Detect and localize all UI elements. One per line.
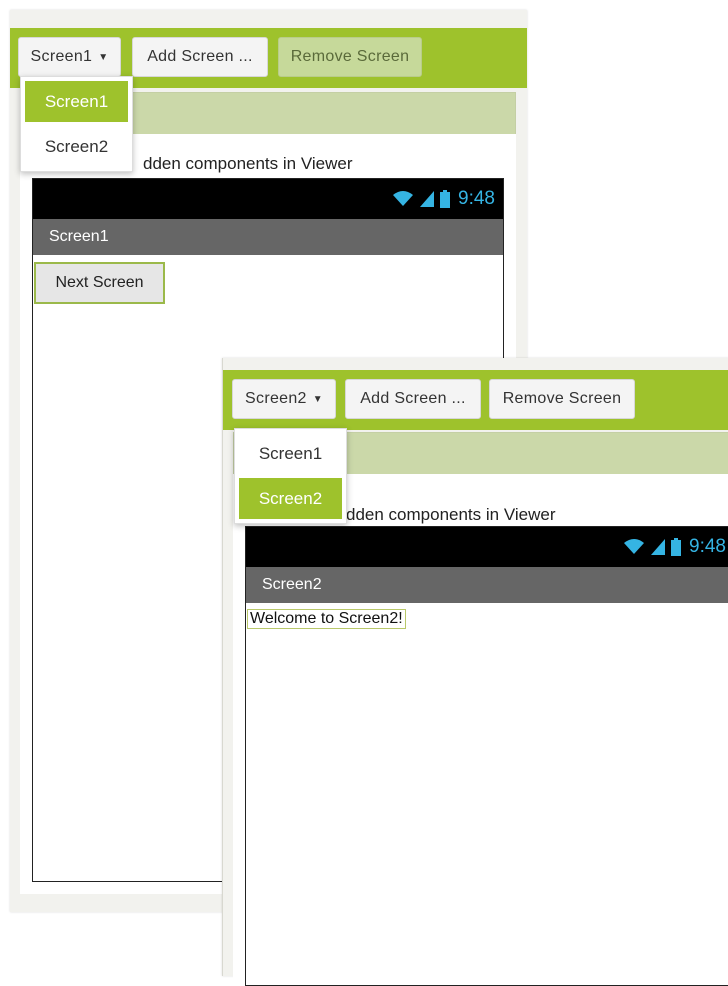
signal-icon bbox=[420, 191, 435, 207]
remove-screen-button[interactable]: Remove Screen bbox=[278, 37, 422, 77]
wifi-icon bbox=[624, 539, 645, 554]
next-screen-button[interactable]: Next Screen bbox=[34, 262, 165, 304]
screen-dropdown-menu: Screen1 Screen2 bbox=[20, 76, 133, 172]
status-bar: 9:48 bbox=[246, 527, 728, 567]
status-time: 9:48 bbox=[458, 188, 495, 209]
dropdown-item-screen2[interactable]: Screen2 bbox=[25, 126, 128, 167]
add-screen-button[interactable]: Add Screen ... bbox=[132, 37, 268, 77]
screen-selector-dropdown[interactable]: Screen2 ▼ bbox=[232, 379, 336, 419]
status-bar: 9:48 bbox=[33, 179, 503, 219]
battery-icon bbox=[440, 190, 451, 208]
app-title-bar: Screen1 bbox=[33, 219, 503, 255]
wifi-icon bbox=[393, 191, 414, 206]
phone-preview: 9:48 Screen2 Welcome to Screen2! bbox=[245, 526, 728, 986]
designer-panel-screen2: Screen2 ▼ Add Screen ... Remove Screen d… bbox=[222, 358, 728, 986]
display-hidden-components-label: dden components in Viewer bbox=[143, 154, 353, 173]
caret-down-icon: ▼ bbox=[312, 393, 323, 405]
screen-selector-label: Screen1 bbox=[30, 48, 93, 65]
screen-dropdown-menu: Screen1 Screen2 bbox=[234, 428, 347, 524]
welcome-label: Welcome to Screen2! bbox=[247, 609, 406, 629]
signal-icon bbox=[651, 539, 666, 555]
screen-selector-label: Screen2 bbox=[245, 390, 307, 407]
battery-icon bbox=[671, 538, 682, 556]
dropdown-item-screen2[interactable]: Screen2 bbox=[239, 478, 342, 519]
screen-selector-dropdown[interactable]: Screen1 ▼ bbox=[18, 37, 121, 77]
designer-toolbar: Screen2 ▼ Add Screen ... Remove Screen bbox=[223, 370, 728, 430]
display-hidden-components-label: dden components in Viewer bbox=[346, 505, 556, 524]
remove-screen-button[interactable]: Remove Screen bbox=[489, 379, 635, 419]
dropdown-item-screen1[interactable]: Screen1 bbox=[239, 433, 342, 474]
dropdown-item-screen1[interactable]: Screen1 bbox=[25, 81, 128, 122]
status-time: 9:48 bbox=[689, 536, 726, 557]
caret-down-icon: ▼ bbox=[98, 51, 109, 63]
app-title-bar: Screen2 bbox=[246, 567, 728, 603]
add-screen-button[interactable]: Add Screen ... bbox=[345, 379, 481, 419]
